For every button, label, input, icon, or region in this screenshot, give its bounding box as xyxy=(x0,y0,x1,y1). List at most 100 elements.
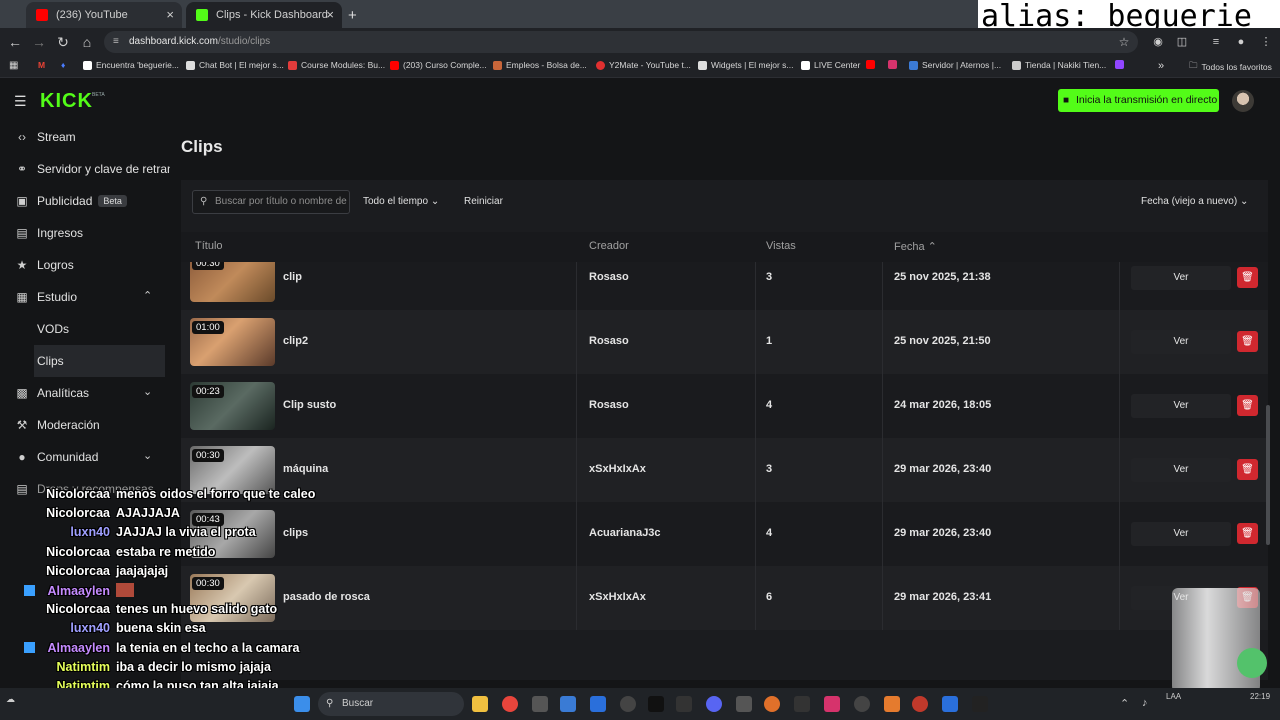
clip-creator[interactable]: Rosaso xyxy=(589,271,629,283)
reload-icon[interactable]: ↻ xyxy=(53,32,73,52)
table-row[interactable]: 00:30 máquina xSxHxIxAx 3 29 mar 2026, 2… xyxy=(181,438,1268,502)
view-button[interactable]: Ver xyxy=(1131,522,1231,546)
close-icon[interactable]: × xyxy=(166,7,174,22)
clip-thumbnail[interactable]: 01:00 xyxy=(190,318,275,366)
clip-title[interactable]: máquina xyxy=(283,463,328,475)
bookmark-item[interactable]: Course Modules: Bu... xyxy=(288,60,385,70)
profile-icon[interactable]: ● xyxy=(1231,32,1251,52)
browser-icon[interactable] xyxy=(764,696,780,712)
delete-button[interactable]: 🗑 xyxy=(1237,267,1258,288)
clock[interactable]: 22:19 xyxy=(1250,692,1270,701)
bookmark-item[interactable]: Widgets | El mejor s... xyxy=(698,60,794,70)
instagram-icon[interactable] xyxy=(824,696,840,712)
close-icon[interactable]: × xyxy=(326,7,334,22)
clip-title[interactable]: clip xyxy=(283,271,302,283)
bookmark-icon[interactable]: ♦ xyxy=(61,60,65,70)
home-icon[interactable]: ⌂ xyxy=(77,32,97,52)
table-row[interactable]: 00:43 clips AcuarianaJ3c 4 29 mar 2026, … xyxy=(181,502,1268,566)
apps-grid-icon[interactable]: ▦ xyxy=(9,60,18,71)
reset-button[interactable]: Reiniciar xyxy=(464,196,503,207)
app-icon[interactable] xyxy=(794,696,810,712)
discord-icon[interactable] xyxy=(706,696,722,712)
column-creator[interactable]: Creador xyxy=(589,240,629,252)
extension-icon[interactable]: ◉ xyxy=(1148,32,1168,52)
clip-title[interactable]: clips xyxy=(283,527,308,539)
taskbar-search[interactable]: ⚲ Buscar xyxy=(318,692,464,716)
media-icon[interactable]: ≡ xyxy=(1206,32,1226,52)
weather-icon[interactable]: ☁ xyxy=(6,694,15,705)
sidebar-item-ads[interactable]: ▣ Publicidad Beta xyxy=(0,185,170,217)
delete-button[interactable]: 🗑 xyxy=(1237,459,1258,480)
app-icon[interactable] xyxy=(620,696,636,712)
clip-title[interactable]: clip2 xyxy=(283,335,308,347)
chevron-up-icon[interactable]: ⌃ xyxy=(1120,697,1129,710)
bookmark-item[interactable]: Y2Mate - YouTube t... xyxy=(596,60,691,70)
windows-start-icon[interactable] xyxy=(294,696,310,712)
extensions-puzzle-icon[interactable]: ◫ xyxy=(1172,32,1192,52)
delete-button[interactable]: 🗑 xyxy=(1237,523,1258,544)
time-filter-dropdown[interactable]: Todo el tiempo ⌄ xyxy=(363,196,439,207)
table-row[interactable]: 00:30 pasado de rosca xSxHxIxAx 6 29 mar… xyxy=(181,566,1268,630)
site-info-icon[interactable]: ≡ xyxy=(113,31,119,53)
hamburger-menu-icon[interactable]: ☰ xyxy=(14,93,27,110)
clip-creator[interactable]: AcuarianaJ3c xyxy=(589,527,661,539)
bookmark-item[interactable]: Encuentra 'beguerie... xyxy=(83,60,179,70)
column-title[interactable]: Título xyxy=(195,240,223,252)
kick-logo[interactable]: KICK xyxy=(40,90,93,113)
view-button[interactable]: Ver xyxy=(1131,394,1231,418)
clip-creator[interactable]: xSxHxIxAx xyxy=(589,463,646,475)
scrollbar[interactable] xyxy=(1266,405,1270,545)
bookmark-item[interactable]: Servidor | Aternos |... xyxy=(909,60,1001,70)
view-button[interactable]: Ver xyxy=(1131,266,1231,290)
sidebar-item-stream[interactable]: ‹› Stream xyxy=(0,121,170,153)
microphone-icon[interactable]: ♪ xyxy=(1142,697,1148,709)
bookmark-item[interactable]: Tienda | Nakiki Tien... xyxy=(1012,60,1106,70)
new-tab-button[interactable]: + xyxy=(348,5,368,25)
epic-games-icon[interactable] xyxy=(972,696,988,712)
twitch-bookmark-icon[interactable] xyxy=(1115,60,1124,69)
clip-creator[interactable]: Rosaso xyxy=(589,399,629,411)
back-icon[interactable]: ← xyxy=(5,32,25,52)
instagram-bookmark-icon[interactable] xyxy=(888,60,897,69)
tiktok-icon[interactable] xyxy=(648,696,664,712)
app-icon[interactable] xyxy=(912,696,928,712)
table-row[interactable]: 00:23 Clip susto Rosaso 4 24 mar 2026, 1… xyxy=(181,374,1268,438)
app-icon[interactable] xyxy=(676,696,692,712)
view-button[interactable]: Ver xyxy=(1131,330,1231,354)
forward-icon[interactable]: → xyxy=(29,32,49,52)
language-indicator[interactable]: LAA xyxy=(1166,692,1181,701)
table-row[interactable]: 01:00 clip2 Rosaso 1 25 nov 2025, 21:50 … xyxy=(181,310,1268,374)
clip-creator[interactable]: xSxHxIxAx xyxy=(589,591,646,603)
app-icon[interactable] xyxy=(736,696,752,712)
clip-thumbnail[interactable]: 00:23 xyxy=(190,382,275,430)
delete-button[interactable]: 🗑 xyxy=(1237,331,1258,352)
steam-icon[interactable] xyxy=(942,696,958,712)
column-views[interactable]: Vistas xyxy=(766,240,796,252)
sidebar-item-server-key[interactable]: ⚭ Servidor y clave de retransmisión xyxy=(0,153,170,185)
clip-title[interactable]: pasado de rosca xyxy=(283,591,370,603)
clip-title[interactable]: Clip susto xyxy=(283,399,336,411)
app-icon[interactable] xyxy=(560,696,576,712)
bookmark-item[interactable]: LIVE Center xyxy=(801,60,860,70)
store-icon[interactable] xyxy=(532,696,548,712)
tab-youtube[interactable]: (236) YouTube × xyxy=(26,2,182,28)
delete-button[interactable]: 🗑 xyxy=(1237,395,1258,416)
app-icon[interactable] xyxy=(854,696,870,712)
tab-kick-dashboard[interactable]: Clips - Kick Dashboard × xyxy=(186,2,342,28)
bookmark-item[interactable]: (203) Curso Comple... xyxy=(390,60,487,70)
youtube-bookmark-icon[interactable] xyxy=(866,60,875,69)
go-live-button[interactable]: ■ Inicia la transmisión en directo xyxy=(1058,89,1219,112)
sidebar-item-income[interactable]: ▤ Ingresos xyxy=(0,217,170,249)
gmail-icon[interactable]: M xyxy=(38,60,45,70)
table-row[interactable]: 00:30 clip Rosaso 3 25 nov 2025, 21:38 V… xyxy=(181,262,1268,310)
all-bookmarks[interactable]: 🗀 Todos los favoritos xyxy=(1189,60,1272,74)
star-icon[interactable]: ☆ xyxy=(1114,32,1134,52)
clip-thumbnail[interactable]: 00:30 xyxy=(190,262,275,302)
app-icon[interactable] xyxy=(884,696,900,712)
search-input[interactable]: Buscar por título o nombre de xyxy=(192,190,350,214)
column-date[interactable]: Fecha ⌃ xyxy=(894,240,937,253)
address-bar[interactable]: dashboard.kick.com/studio/clips ≡ xyxy=(104,31,1138,53)
chevron-right-icon[interactable]: » xyxy=(1158,60,1164,72)
clip-creator[interactable]: Rosaso xyxy=(589,335,629,347)
bookmark-item[interactable]: Chat Bot | El mejor s... xyxy=(186,60,284,70)
